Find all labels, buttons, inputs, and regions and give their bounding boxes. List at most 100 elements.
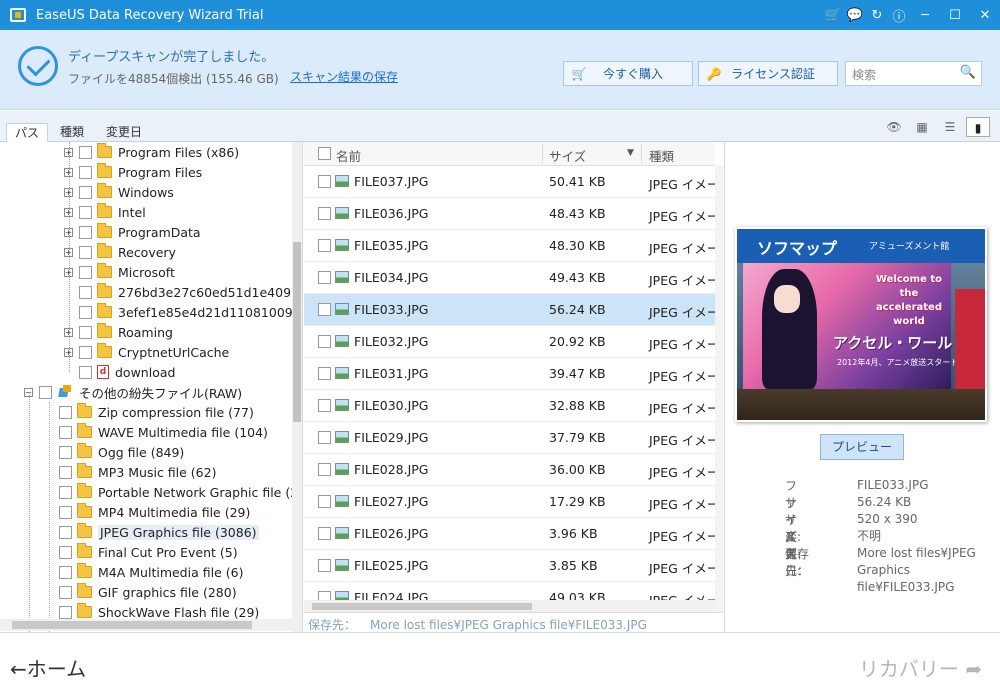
tree-item[interactable]: Final Cut Pro Event (5) — [44, 542, 238, 562]
minimize-button[interactable]: ─ — [910, 8, 940, 23]
table-row[interactable]: FILE027.JPG 17.29 KB JPEG イメージ — [304, 486, 723, 518]
tree-checkbox[interactable] — [79, 365, 92, 379]
tree-item[interactable]: 3efef1e85e4d21d110810092a1 — [64, 302, 302, 322]
tree-item[interactable]: 276bd3e27c60ed51d1e409252 — [64, 282, 302, 302]
tree-checkbox[interactable] — [79, 205, 92, 219]
row-checkbox[interactable] — [318, 271, 331, 284]
tree-checkbox[interactable] — [79, 305, 92, 319]
tree-checkbox[interactable] — [59, 525, 72, 539]
tree-checkbox[interactable] — [39, 385, 52, 399]
home-button[interactable]: ←ホーム — [10, 653, 86, 682]
buy-now-button[interactable]: 🛒 今すぐ購入 — [563, 61, 693, 86]
tree-checkbox[interactable] — [59, 605, 72, 619]
tree-item[interactable]: − その他の紛失ファイル(RAW) — [24, 382, 242, 402]
search-input[interactable]: 検索 🔍 — [845, 61, 982, 86]
table-row[interactable]: FILE029.JPG 37.79 KB JPEG イメージ — [304, 422, 723, 454]
table-row[interactable]: FILE025.JPG 3.85 KB JPEG イメージ — [304, 550, 723, 582]
row-checkbox[interactable] — [318, 303, 331, 316]
tree-checkbox[interactable] — [59, 445, 72, 459]
tree-item[interactable]: Zip compression file (77) — [44, 402, 254, 422]
tree-checkbox[interactable] — [59, 565, 72, 579]
column-name-header[interactable]: 名前 — [336, 146, 361, 165]
maximize-button[interactable]: ☐ — [940, 8, 970, 23]
tree-checkbox[interactable] — [79, 245, 92, 259]
tree-item[interactable]: Portable Network Graphic file (28 — [44, 482, 302, 502]
tab-modified-date[interactable]: 変更日 — [98, 123, 150, 142]
row-checkbox[interactable] — [318, 175, 331, 188]
cart-icon[interactable]: 🛒 — [822, 8, 844, 23]
tree-item[interactable]: WAVE Multimedia file (104) — [44, 422, 268, 442]
tree-item[interactable]: Ogg file (849) — [44, 442, 184, 462]
tree-checkbox[interactable] — [79, 185, 92, 199]
tree-checkbox[interactable] — [59, 405, 72, 419]
table-row[interactable]: FILE032.JPG 20.92 KB JPEG イメージ — [304, 326, 723, 358]
search-icon[interactable]: 🔍 — [960, 65, 976, 80]
chat-icon[interactable]: 💬 — [844, 8, 866, 23]
preview-button[interactable]: プレビュー — [820, 434, 904, 460]
row-checkbox[interactable] — [318, 495, 331, 508]
file-list-vertical-scrollbar[interactable] — [715, 166, 723, 612]
row-checkbox[interactable] — [318, 239, 331, 252]
tree-checkbox[interactable] — [59, 425, 72, 439]
table-row[interactable]: FILE026.JPG 3.96 KB JPEG イメージ — [304, 518, 723, 550]
tree-checkbox[interactable] — [79, 145, 92, 159]
tree-item[interactable]: + Roaming — [64, 322, 173, 342]
tab-path[interactable]: パス — [6, 123, 49, 143]
tree-item[interactable]: JPEG Graphics file (3086) — [44, 522, 259, 542]
table-row[interactable]: FILE035.JPG 48.30 KB JPEG イメージ — [304, 230, 723, 262]
row-checkbox[interactable] — [318, 207, 331, 220]
recover-button[interactable]: リカバリー ➦ — [859, 653, 982, 682]
table-row[interactable]: FILE028.JPG 36.00 KB JPEG イメージ — [304, 454, 723, 486]
row-checkbox[interactable] — [318, 335, 331, 348]
tree-item[interactable]: d download — [64, 362, 175, 382]
tree-item[interactable]: + Intel — [64, 202, 146, 222]
grid-view-icon[interactable]: ▦ — [910, 117, 934, 137]
help-icon[interactable]: ⓘ — [888, 6, 910, 25]
save-scan-results-link[interactable]: スキャン結果の保存 — [290, 68, 398, 85]
row-checkbox[interactable] — [318, 431, 331, 444]
table-row[interactable]: FILE036.JPG 48.43 KB JPEG イメージ — [304, 198, 723, 230]
tree-checkbox[interactable] — [79, 225, 92, 239]
tree-checkbox[interactable] — [79, 285, 92, 299]
tree-vertical-scrollbar[interactable] — [292, 142, 302, 632]
table-row[interactable]: FILE030.JPG 32.88 KB JPEG イメージ — [304, 390, 723, 422]
tree-item[interactable]: + Microsoft — [64, 262, 175, 282]
table-row[interactable]: FILE037.JPG 50.41 KB JPEG イメージ — [304, 166, 723, 198]
list-view-icon[interactable]: ☰ — [938, 117, 962, 137]
row-checkbox[interactable] — [318, 367, 331, 380]
tree-checkbox[interactable] — [79, 345, 92, 359]
tree-horizontal-scrollbar[interactable] — [0, 619, 292, 631]
tree-item[interactable]: M4A Multimedia file (6) — [44, 562, 243, 582]
tree-checkbox[interactable] — [79, 265, 92, 279]
tree-item[interactable]: + ProgramData — [64, 222, 201, 242]
tree-item[interactable]: MP4 Multimedia file (29) — [44, 502, 250, 522]
tree-checkbox[interactable] — [79, 325, 92, 339]
tree-checkbox[interactable] — [59, 505, 72, 519]
table-row[interactable]: FILE034.JPG 49.43 KB JPEG イメージ — [304, 262, 723, 294]
row-checkbox[interactable] — [318, 559, 331, 572]
tree-item[interactable]: + Program Files — [64, 162, 202, 182]
tree-item[interactable]: MP3 Music file (62) — [44, 462, 216, 482]
tree-checkbox[interactable] — [59, 545, 72, 559]
eye-icon[interactable]: 👁 — [882, 117, 906, 137]
table-row[interactable]: FILE031.JPG 39.47 KB JPEG イメージ — [304, 358, 723, 390]
column-type-header[interactable]: 種類 — [649, 146, 674, 165]
table-row[interactable]: FILE033.JPG 56.24 KB JPEG イメージ — [304, 294, 723, 326]
select-all-checkbox[interactable] — [318, 147, 331, 160]
tree-item[interactable]: + CryptnetUrlCache — [64, 342, 229, 362]
tree-item[interactable]: + Program Files (x86) — [64, 142, 239, 162]
row-checkbox[interactable] — [318, 463, 331, 476]
column-size-header[interactable]: サイズ — [549, 146, 586, 165]
license-activation-button[interactable]: 🔑 ライセンス認証 — [698, 61, 838, 86]
refresh-icon[interactable]: ↻ — [866, 8, 888, 23]
file-list-horizontal-scrollbar[interactable] — [304, 600, 715, 612]
tree-item[interactable]: + Windows — [64, 182, 174, 202]
tree-checkbox[interactable] — [79, 165, 92, 179]
row-checkbox[interactable] — [318, 527, 331, 540]
detail-view-icon[interactable]: ▮ — [966, 117, 990, 137]
tree-checkbox[interactable] — [59, 485, 72, 499]
tree-checkbox[interactable] — [59, 465, 72, 479]
tree-checkbox[interactable] — [59, 585, 72, 599]
tree-item[interactable]: + Recovery — [64, 242, 176, 262]
close-button[interactable]: ✕ — [970, 8, 1000, 23]
